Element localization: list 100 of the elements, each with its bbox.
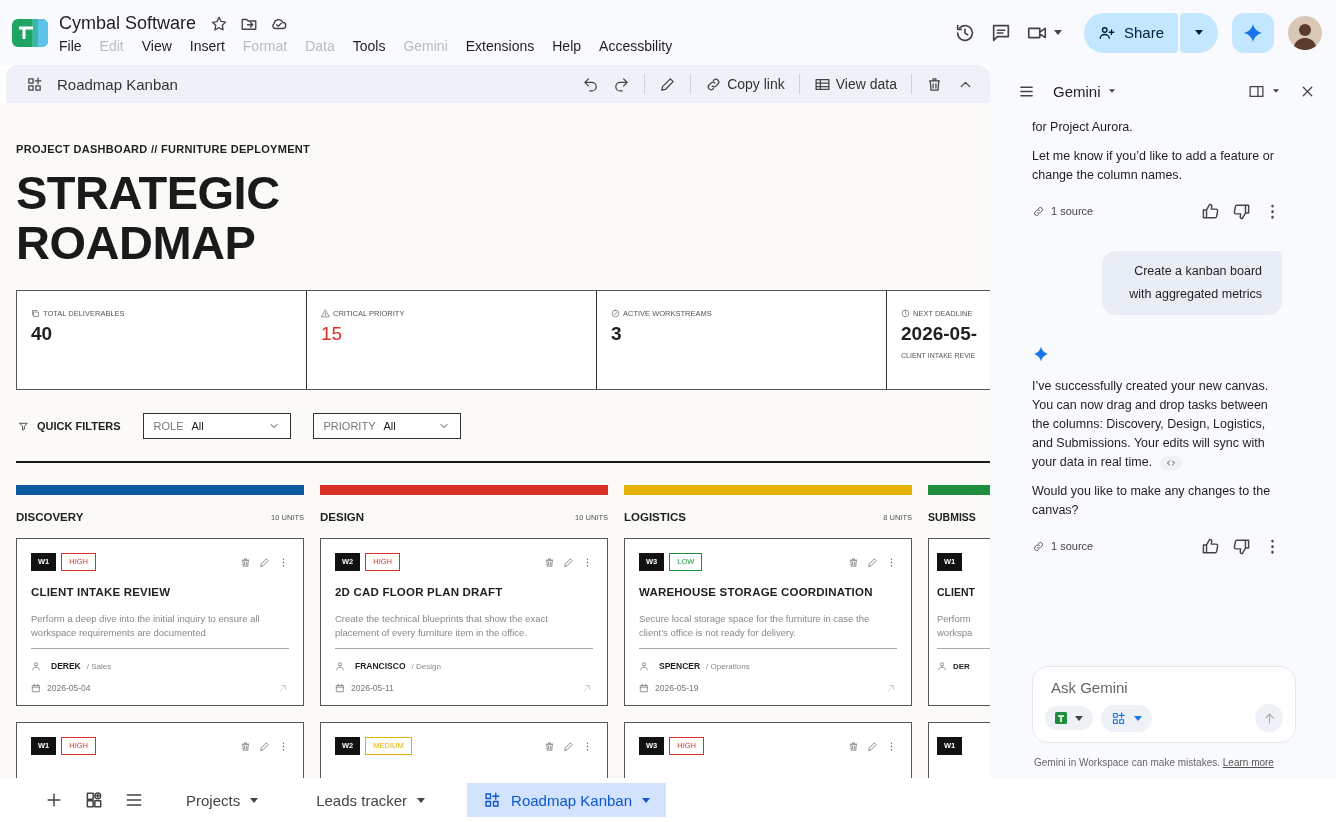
undo-icon[interactable] bbox=[582, 75, 600, 93]
caret-icon bbox=[250, 797, 259, 803]
stat-value: 3 bbox=[611, 323, 623, 345]
response-text: for Project Aurora. bbox=[1032, 119, 1134, 136]
trash-icon[interactable] bbox=[926, 75, 943, 93]
assignee-role: / Sales bbox=[86, 661, 112, 671]
redo-icon[interactable] bbox=[613, 75, 631, 93]
panel-title[interactable]: Gemini bbox=[1053, 82, 1101, 100]
code-button[interactable] bbox=[1160, 455, 1183, 470]
card-description: Secure local storage space for the furniture in case the client’s office is not ready for delivery. bbox=[639, 612, 871, 640]
thumbs-up-icon[interactable] bbox=[1201, 536, 1220, 556]
sheet-tab[interactable]: Roadmap Kanban bbox=[467, 783, 666, 817]
star-icon[interactable] bbox=[210, 14, 229, 33]
menu-item[interactable]: Help bbox=[552, 36, 589, 56]
copy-icon bbox=[31, 309, 40, 318]
card-title: CLIENT INTAKE REVIEW bbox=[31, 586, 172, 598]
calendar-icon bbox=[639, 683, 649, 693]
menu-item[interactable]: Insert bbox=[189, 36, 232, 56]
share-button[interactable]: Share bbox=[1083, 12, 1178, 53]
kanban-icon bbox=[483, 791, 502, 809]
assignee-role: / Design bbox=[411, 661, 441, 671]
avatar[interactable] bbox=[1288, 15, 1322, 50]
menu-item[interactable]: File bbox=[59, 36, 89, 56]
person-icon bbox=[639, 661, 649, 671]
caret-icon bbox=[1053, 30, 1062, 35]
disclaimer-text: Gemini in Workspace can make mistakes. Learn more bbox=[1034, 757, 1275, 768]
thumbs-up-icon[interactable] bbox=[1201, 201, 1220, 221]
add-canvas-icon[interactable] bbox=[84, 790, 104, 810]
caret-icon bbox=[417, 797, 426, 803]
caret-icon[interactable] bbox=[1273, 89, 1279, 93]
menu-item[interactable]: Accessbility bbox=[599, 36, 680, 56]
dashboard-title: STRATEGIC ROADMAP bbox=[16, 168, 281, 268]
kanban-icon bbox=[1111, 710, 1126, 726]
caret-icon bbox=[1075, 715, 1083, 721]
sheet-picker-button[interactable] bbox=[1045, 706, 1093, 730]
response-text: Would you like to make any changes to the canvas? bbox=[1032, 483, 1272, 519]
menu-item[interactable]: Extensions bbox=[465, 36, 542, 56]
sheet-tab[interactable]: Projects bbox=[170, 783, 275, 817]
caret-icon bbox=[1134, 715, 1142, 721]
stat-value: 15 bbox=[321, 323, 344, 345]
pencil-icon[interactable] bbox=[659, 75, 677, 93]
response-text: Let me know if you’d like to add a feature or change the column names. bbox=[1032, 148, 1275, 184]
copy-link-button[interactable]: Copy link bbox=[705, 75, 785, 93]
assignee-name: DEREK bbox=[51, 661, 81, 671]
thumbs-down-icon[interactable] bbox=[1232, 201, 1251, 221]
card-title: CLIENT bbox=[937, 586, 976, 598]
card-description: Perform a deep dive into the initial inquiry to ensure all workspace requirements are documented bbox=[31, 612, 261, 640]
filter-dropdown[interactable]: PRIORITY All bbox=[312, 413, 461, 439]
filter-icon bbox=[18, 420, 29, 432]
assignee-role: / Operations bbox=[706, 661, 750, 671]
user-message: Create a kanban board with aggregated metrics bbox=[1102, 251, 1282, 315]
card-title: WAREHOUSE STORAGE COORDINATION bbox=[639, 586, 874, 598]
due-date: 2026-05-19 bbox=[655, 683, 699, 693]
response-text: I’ve successfully created your new canvas. You can now drag and drop tasks between the columns: Discovery, Design, Logistics, and Submissions. Your edits will sync with your data in real time. bbox=[1032, 378, 1270, 472]
eyebrow-text: PROJECT DASHBOARD // FURNITURE DEPLOYMENT bbox=[16, 143, 312, 155]
calendar-icon bbox=[31, 683, 41, 693]
caret-icon bbox=[1195, 30, 1203, 35]
sources-link[interactable]: 1 source bbox=[1051, 540, 1094, 552]
card-title: 2D CAD FLOOR PLAN DRAFT bbox=[335, 586, 504, 598]
thumbs-down-icon[interactable] bbox=[1232, 536, 1251, 556]
gemini-button[interactable] bbox=[1232, 12, 1274, 53]
clock-icon bbox=[901, 309, 910, 318]
calendar-icon bbox=[335, 683, 345, 693]
canvas-picker-button[interactable] bbox=[1101, 704, 1152, 732]
due-date: 2026-05-11 bbox=[351, 683, 394, 693]
filter-dropdown[interactable]: ROLE All bbox=[142, 413, 291, 439]
menu-item[interactable]: View bbox=[141, 36, 179, 56]
menu-item[interactable]: Tools bbox=[352, 36, 393, 56]
sheet-icon bbox=[1055, 712, 1067, 724]
assignee-name: SPENCER bbox=[659, 661, 701, 671]
link-icon bbox=[1032, 539, 1045, 553]
column-title: SUBMISS bbox=[928, 511, 976, 523]
due-date: 2026-05-04 bbox=[47, 683, 91, 693]
canvas-title: Roadmap Kanban bbox=[57, 75, 178, 93]
assignee-name: FRANCISCO bbox=[355, 661, 406, 671]
stat-value: 2026-05- bbox=[901, 323, 979, 345]
person-icon bbox=[335, 661, 345, 671]
filters-label: QUICK FILTERS bbox=[37, 420, 121, 432]
sheets-logo[interactable] bbox=[12, 18, 48, 47]
sparkle-icon bbox=[1032, 345, 1050, 363]
card-description: Create the technical blueprints that show the exact placement of every furniture item in the office. bbox=[335, 612, 549, 640]
link-icon bbox=[1032, 204, 1045, 218]
sheet-tab[interactable]: Leads tracker bbox=[300, 783, 442, 817]
column-title: LOGISTICS bbox=[624, 511, 686, 523]
prompt-field[interactable]: Ask Gemini bbox=[1051, 679, 1283, 696]
column-title: DESIGN bbox=[320, 511, 365, 523]
stat-value: 40 bbox=[31, 323, 54, 345]
document-title[interactable]: Cymbal Software bbox=[59, 13, 197, 34]
assignee-name: DER bbox=[953, 661, 970, 671]
sources-link[interactable]: 1 source bbox=[1051, 205, 1094, 217]
column-title: DISCOVERY bbox=[16, 511, 84, 523]
view-data-button[interactable]: View data bbox=[813, 75, 897, 93]
kanban-icon bbox=[26, 75, 43, 93]
caret-icon bbox=[642, 797, 650, 803]
warning-icon bbox=[321, 309, 330, 318]
card-description: Perform workspa bbox=[937, 612, 974, 640]
person-icon bbox=[937, 661, 947, 671]
learn-more-link[interactable]: Learn more bbox=[1222, 757, 1274, 768]
person-icon bbox=[31, 661, 41, 671]
caret-icon[interactable] bbox=[1108, 89, 1115, 93]
